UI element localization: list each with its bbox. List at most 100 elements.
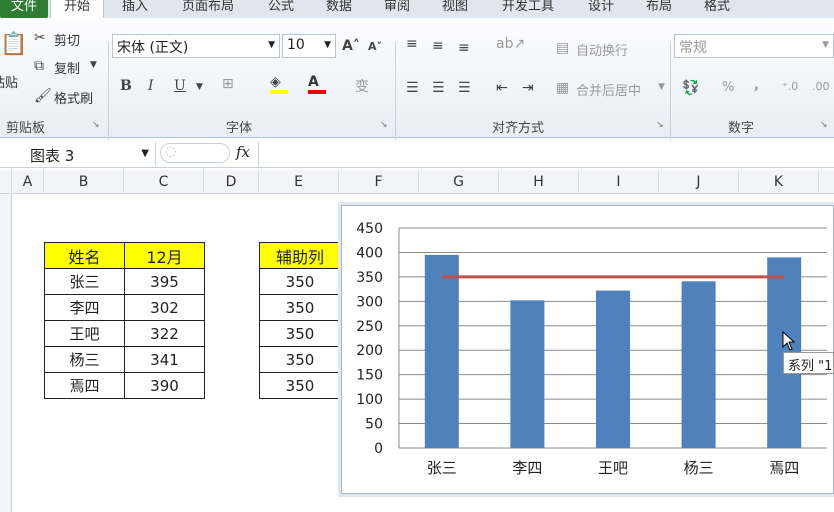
align-top-icon[interactable]: ≡ [406, 36, 418, 52]
tab-formulas[interactable]: 公式 [258, 0, 304, 18]
align-middle-icon[interactable]: ≡ [432, 38, 444, 54]
table-cell[interactable]: 350 [259, 268, 341, 295]
formula-bar-handle[interactable]: ◌ [160, 143, 230, 163]
decrease-decimal-icon[interactable]: .00 [812, 80, 830, 93]
insert-function-button[interactable]: fx [236, 143, 250, 161]
tab-view[interactable]: 视图 [432, 0, 478, 18]
merge-center-button[interactable]: 合并后居中 [576, 80, 641, 99]
column-header[interactable]: B [44, 170, 124, 194]
dialog-launcher-icon[interactable]: ↘ [92, 120, 100, 130]
table-cell[interactable]: 王吧 [44, 320, 125, 347]
paste-label[interactable]: 粘贴 [0, 72, 18, 91]
copy-dropdown-icon[interactable]: ▼ [90, 60, 97, 70]
table-cell[interactable]: 390 [124, 372, 205, 399]
column-header[interactable]: G [419, 170, 499, 194]
table-cell[interactable]: 杨三 [44, 346, 125, 373]
table-header-cell[interactable]: 辅助列 [259, 242, 341, 269]
table-header-row: 姓名 12月 [44, 242, 205, 269]
fill-color-icon[interactable]: ◈ [270, 74, 288, 94]
table-cell[interactable]: 张三 [44, 268, 125, 295]
font-name-select[interactable]: 宋体 (正文) ▼ [112, 34, 280, 58]
table-cell[interactable]: 302 [124, 294, 205, 321]
tab-page-layout[interactable]: 页面布局 [170, 0, 246, 18]
formula-input[interactable] [258, 142, 834, 166]
column-header[interactable]: A [12, 170, 44, 194]
y-tick-label: 200 [356, 343, 383, 359]
tab-insert[interactable]: 插入 [112, 0, 158, 18]
accounting-icon[interactable]: 💱 [682, 80, 699, 96]
name-box-value: 图表 3 [30, 147, 75, 165]
chevron-down-icon: ▼ [822, 40, 829, 50]
chevron-down-icon[interactable]: ▼ [658, 82, 665, 92]
underline-icon[interactable]: U [174, 78, 186, 94]
table-cell[interactable]: 350 [259, 320, 341, 347]
align-center-icon[interactable]: ☰ [432, 80, 445, 96]
shrink-font-icon[interactable]: A˅ [368, 40, 382, 53]
column-header[interactable]: J [659, 170, 739, 194]
font-size-select[interactable]: 10 ▼ [282, 34, 336, 58]
table-cell[interactable]: 350 [259, 346, 341, 373]
table-cell[interactable]: 341 [124, 346, 205, 373]
increase-decimal-icon[interactable]: ⁺.0 [782, 80, 798, 93]
align-left-icon[interactable]: ☰ [406, 80, 419, 96]
copy-icon[interactable]: ⧉ [34, 58, 44, 74]
tab-design[interactable]: 设计 [578, 0, 624, 18]
tab-layout[interactable]: 布局 [636, 0, 682, 18]
table-cell[interactable]: 350 [259, 372, 341, 399]
bold-icon[interactable]: B [120, 78, 132, 94]
column-header[interactable]: F [339, 170, 419, 194]
table-cell[interactable]: 李四 [44, 294, 125, 321]
column-header[interactable]: K [739, 170, 819, 194]
align-right-icon[interactable]: ☰ [458, 80, 471, 96]
name-box[interactable]: 图表 3 ▼ [0, 142, 156, 166]
chart-object[interactable]: 0 50 100 150 200 250 300 350 400 450 张三 李四 王吧 杨三 焉四 [341, 205, 834, 494]
x-tick-label: 王吧 [598, 459, 628, 477]
wrap-text-icon[interactable]: ▤ [556, 40, 569, 56]
number-format-select[interactable]: 常规 ▼ [674, 34, 834, 58]
paste-icon[interactable]: 📋 [0, 32, 27, 57]
border-icon[interactable]: ⊞ [222, 76, 234, 92]
chevron-down-icon[interactable]: ▼ [196, 82, 203, 92]
copy-button[interactable]: 复制 [54, 58, 80, 77]
dialog-launcher-icon[interactable]: ↘ [656, 120, 664, 130]
tab-developer[interactable]: 开发工具 [490, 0, 566, 18]
tab-home[interactable]: 开始 [50, 0, 104, 18]
table-header-cell[interactable]: 12月 [124, 242, 205, 269]
phonetic-icon[interactable]: 变 [355, 76, 369, 96]
column-header[interactable]: E [259, 170, 339, 194]
select-all-corner[interactable] [0, 170, 12, 194]
cut-button[interactable]: 剪切 [54, 30, 80, 49]
format-painter-icon[interactable]: 🖌 [34, 88, 52, 104]
table-cell[interactable]: 395 [124, 268, 205, 295]
bar [424, 254, 459, 448]
tab-review[interactable]: 审阅 [374, 0, 420, 18]
grow-font-icon[interactable]: A˄ [342, 38, 360, 54]
orientation-icon[interactable]: ab↗ [496, 36, 525, 52]
italic-icon[interactable]: I [148, 78, 154, 94]
table-cell[interactable]: 322 [124, 320, 205, 347]
column-header[interactable]: I [579, 170, 659, 194]
dialog-launcher-icon[interactable]: ↘ [380, 120, 388, 130]
tab-file[interactable]: 文件 [0, 0, 48, 18]
cut-icon[interactable]: ✂ [34, 30, 46, 46]
column-header[interactable]: H [499, 170, 579, 194]
decrease-indent-icon[interactable]: ⇤ [496, 80, 508, 96]
merge-center-icon[interactable]: ▦ [556, 80, 569, 96]
align-bottom-icon[interactable]: ≡ [458, 40, 470, 56]
format-painter-button[interactable]: 格式刷 [54, 88, 93, 107]
column-header[interactable]: D [204, 170, 259, 194]
column-header[interactable]: C [124, 170, 204, 194]
table-cell[interactable]: 焉四 [44, 372, 125, 399]
comma-button[interactable]: , [754, 78, 759, 93]
y-tick-label: 300 [356, 294, 383, 310]
font-color-icon[interactable]: A [308, 74, 326, 94]
percent-button[interactable]: % [722, 80, 734, 95]
table-cell[interactable]: 350 [259, 294, 341, 321]
tab-data[interactable]: 数据 [316, 0, 362, 18]
wrap-text-button[interactable]: 自动换行 [576, 40, 628, 59]
font-size-value: 10 [287, 37, 305, 53]
table-header-cell[interactable]: 姓名 [44, 242, 125, 269]
tab-format[interactable]: 格式 [694, 0, 740, 18]
dialog-launcher-icon[interactable]: ↘ [820, 120, 828, 130]
increase-indent-icon[interactable]: ⇥ [522, 80, 534, 96]
